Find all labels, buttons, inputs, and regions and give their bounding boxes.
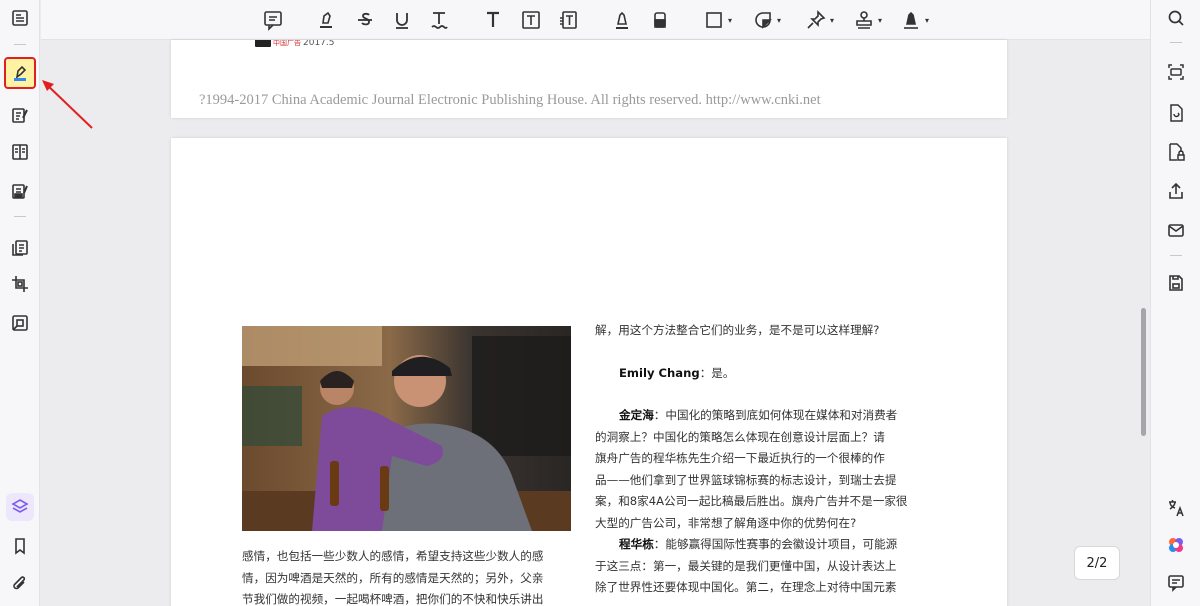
crop-icon[interactable] <box>6 270 34 298</box>
bookmark-icon[interactable] <box>6 532 34 560</box>
masthead-journal-name: 中国广告 <box>273 40 301 47</box>
pages-icon[interactable] <box>6 138 34 166</box>
speaker-text: ：是。 <box>699 365 735 380</box>
text-line: 的洞察上？中国化的策略怎么体现在创意设计层面上？请 <box>595 429 885 444</box>
pin-icon[interactable]: ▾ <box>805 6 834 34</box>
divider <box>1170 255 1182 256</box>
edit-pdf-icon[interactable] <box>6 101 34 129</box>
right-sidebar <box>1150 0 1200 606</box>
squiggly-text-icon[interactable] <box>428 6 450 34</box>
protect-icon[interactable] <box>1163 139 1189 165</box>
page-indicator[interactable]: 2/2 <box>1074 546 1120 580</box>
text-callout-icon[interactable] <box>557 6 579 34</box>
underline-icon[interactable] <box>391 6 413 34</box>
text-line: 品——他们拿到了世界篮球锦标赛的标志设计，到瑞士去提 <box>595 472 897 487</box>
text-line: 除了世界性还要体现中国化。第二，在理念上对待中国元素 <box>595 580 897 594</box>
pdf-page-1: 中国广告 2017.5 ?1994-2017 China Academic Jo… <box>171 40 1007 118</box>
text-box-icon[interactable] <box>520 6 542 34</box>
speaker-text: ：能够赢得国际性赛事的会徽设计项目，可能源 <box>653 537 898 551</box>
email-icon[interactable] <box>1163 217 1189 243</box>
text-line: 情，因为啤酒是天然的，所有的感情是天然的；另外，父亲 <box>242 570 544 585</box>
text-line: 金定海：中国化的策略到底如何体现在媒体和对消费者 <box>595 405 925 427</box>
pdf-page-2: 感情，也包括一些少数人的感情，希望支持这些少数人的感 情，因为啤酒是天然的，所有… <box>171 138 1007 606</box>
save-icon[interactable] <box>1163 270 1189 296</box>
text-line: Emily Chang：是。 <box>595 363 925 385</box>
comment-icon[interactable] <box>262 6 284 34</box>
translate-icon[interactable] <box>1163 495 1189 521</box>
speaker-text: ：中国化的策略到底如何体现在媒体和对消费者 <box>653 408 898 422</box>
pencil-icon[interactable] <box>611 6 633 34</box>
reader-mode-icon[interactable] <box>6 4 34 32</box>
page-masthead: 中国广告 2017.5 <box>255 40 335 48</box>
organize-pages-icon[interactable] <box>6 234 34 262</box>
strikethrough-icon[interactable] <box>354 6 376 34</box>
comments-panel-icon[interactable] <box>1163 570 1189 596</box>
text-line: 案，和8家4A公司一起比稿最后胜出。旗舟广告并不是一家很 <box>595 494 908 508</box>
comment-mode-icon[interactable] <box>4 57 36 89</box>
stamp-icon[interactable]: ▾ <box>853 6 882 34</box>
callout-arrow <box>42 80 93 129</box>
right-column-text: 解，用这个方法整合它们的业务，是不是可以这样理解? Emily Chang：是。… <box>595 320 925 599</box>
text-line: 大型的广告公司，非常想了解角逐中你的优势何在? <box>595 515 857 530</box>
layers-icon[interactable] <box>6 493 34 521</box>
copyright-line: ?1994-2017 China Academic Journal Electr… <box>199 92 821 108</box>
shape-icon[interactable]: ▾ <box>703 6 732 34</box>
masthead-year: 2017.5 <box>303 40 335 48</box>
speaker-name: 金定海 <box>619 408 654 422</box>
compress-icon[interactable] <box>6 309 34 337</box>
left-sidebar <box>0 0 40 606</box>
sticker-icon[interactable]: ▾ <box>752 6 781 34</box>
ai-assistant-icon[interactable] <box>1163 532 1189 558</box>
speaker-name: 程华栋 <box>619 537 654 551</box>
text-icon[interactable] <box>482 6 504 34</box>
text-line: 节我们做的视频，一起喝杯啤酒，把你们的不快和快乐讲出 <box>242 592 544 606</box>
signature-icon[interactable]: ▾ <box>900 6 929 34</box>
convert-icon[interactable] <box>1163 100 1189 126</box>
ocr-icon[interactable] <box>1163 59 1189 85</box>
left-column-text: 感情，也包括一些少数人的感情，希望支持这些少数人的感 情，因为啤酒是天然的，所有… <box>242 546 572 606</box>
text-line: 程华栋：能够赢得国际性赛事的会徽设计项目，可能源 <box>595 534 925 556</box>
text-line: 旗舟广告的程华栋先生介绍一下最近执行的一个很棒的作 <box>595 451 885 465</box>
speaker-name: Emily Chang <box>619 365 700 380</box>
form-icon[interactable] <box>6 177 34 205</box>
vertical-scrollbar-thumb[interactable] <box>1141 308 1146 436</box>
eraser-icon[interactable] <box>649 6 671 34</box>
annotation-toolbar: ▾ ▾ ▾ ▾ ▾ <box>41 0 1150 40</box>
divider <box>14 216 26 217</box>
highlight-icon[interactable] <box>315 6 337 34</box>
share-icon[interactable] <box>1163 178 1189 204</box>
text-line: 解，用这个方法整合它们的业务，是不是可以这样理解? <box>595 323 880 337</box>
journal-logo-icon <box>255 40 271 47</box>
text-line: 感情，也包括一些少数人的感情，希望支持这些少数人的感 <box>242 549 544 563</box>
divider <box>14 44 26 45</box>
divider <box>1170 42 1182 43</box>
text-line: 于这三点：第一，最关键的是我们更懂中国，从设计表达上 <box>595 558 897 573</box>
search-icon[interactable] <box>1163 5 1189 31</box>
article-photo <box>242 326 571 531</box>
attachment-icon[interactable] <box>6 570 34 598</box>
